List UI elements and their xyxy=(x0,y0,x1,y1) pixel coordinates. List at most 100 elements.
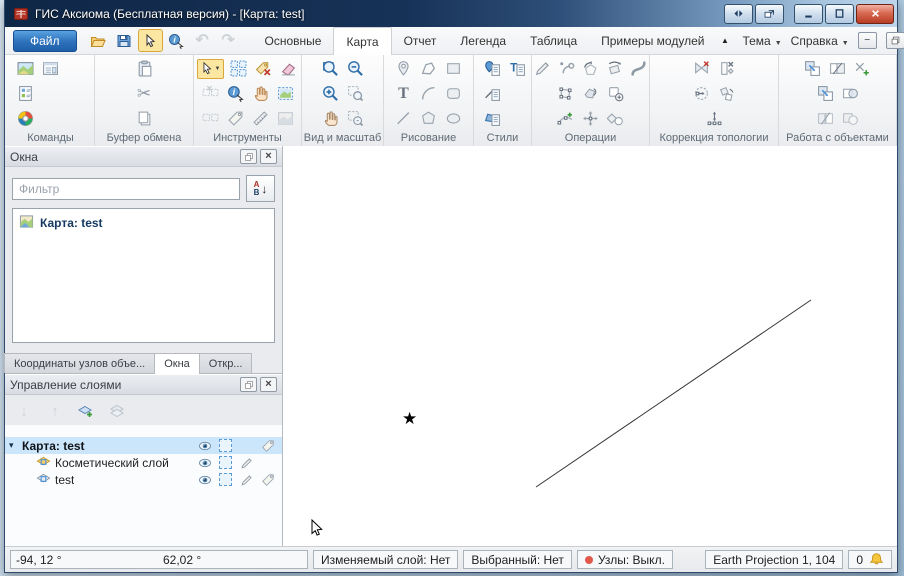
minimize-button[interactable] xyxy=(794,4,823,24)
map-view[interactable]: ★ xyxy=(283,146,897,546)
align-nodes-icon[interactable] xyxy=(704,109,724,129)
ribbon-collapse-button[interactable]: ▲ xyxy=(716,33,733,48)
layer-row[interactable]: test xyxy=(5,471,282,488)
pencil-icon[interactable] xyxy=(236,473,257,487)
sort-alphabetical-button[interactable]: АВ↓ xyxy=(246,175,275,202)
copy-icon[interactable] xyxy=(134,109,154,129)
layer-settings-icon[interactable] xyxy=(107,402,127,420)
mdi-minimize-button[interactable]: − xyxy=(858,32,877,49)
remove-crossing-icon[interactable] xyxy=(692,59,712,79)
touch-icon[interactable] xyxy=(250,84,270,104)
attach-node-icon[interactable] xyxy=(557,59,576,79)
add-node-icon[interactable] xyxy=(556,109,576,129)
select-region-icon[interactable] xyxy=(200,109,220,129)
deselect-icon[interactable] xyxy=(200,84,220,104)
merge-selected-icon[interactable] xyxy=(815,84,835,104)
image-disabled-icon[interactable] xyxy=(275,109,295,129)
undo-icon[interactable]: ↶ xyxy=(190,29,215,52)
zoom-region-icon[interactable] xyxy=(345,84,365,104)
flip-polygon-icon[interactable] xyxy=(581,84,601,104)
color-wheel-icon[interactable] xyxy=(15,109,35,129)
redo-icon[interactable]: ↷ xyxy=(216,29,241,52)
open-folder-icon[interactable] xyxy=(86,29,111,52)
paste-icon[interactable] xyxy=(134,59,154,79)
map-star-object[interactable]: ★ xyxy=(402,410,417,427)
line-style-icon[interactable] xyxy=(482,84,502,104)
dock-tab[interactable]: Окна xyxy=(154,353,200,374)
selbox-icon[interactable] xyxy=(215,439,236,453)
report-icon[interactable] xyxy=(15,84,35,104)
maximize-button[interactable] xyxy=(825,4,854,24)
tag-icon[interactable] xyxy=(257,439,278,453)
map-window-icon[interactable] xyxy=(15,59,35,79)
select-cursor-icon[interactable] xyxy=(138,29,163,52)
rectangle-icon[interactable] xyxy=(444,59,464,79)
move-up-icon[interactable]: ↑ xyxy=(45,402,65,420)
tag-remove-icon[interactable] xyxy=(254,59,274,79)
help-menu[interactable]: Справка ▼ xyxy=(791,34,849,48)
merge-objects-icon[interactable] xyxy=(803,59,823,79)
move-down-icon[interactable]: ↓ xyxy=(14,402,34,420)
reshape-polygon-icon[interactable] xyxy=(556,84,576,104)
cut-icon[interactable]: ✂ xyxy=(134,84,154,104)
rotate-shape-icon[interactable] xyxy=(605,59,624,79)
layer-row[interactable]: ▾Карта: test xyxy=(5,437,282,454)
layer-row[interactable]: Косметический слой xyxy=(5,454,282,471)
windows-list-item[interactable]: Карта: test xyxy=(16,212,271,234)
layers-panel-close-button[interactable]: × xyxy=(260,377,277,392)
rotate-node-icon[interactable] xyxy=(717,84,737,104)
eye-icon[interactable] xyxy=(194,456,215,470)
ellipse-icon[interactable] xyxy=(444,109,464,129)
windows-panel-float-button[interactable] xyxy=(240,149,257,164)
info-select-icon[interactable]: i xyxy=(225,84,245,104)
text-style-icon[interactable]: T xyxy=(507,59,527,79)
rounded-rect-icon[interactable] xyxy=(444,84,464,104)
info-select-icon[interactable]: i xyxy=(164,29,189,52)
pan-hand-icon[interactable] xyxy=(320,109,340,129)
zoom-in-icon[interactable] xyxy=(320,84,340,104)
text-icon[interactable]: T xyxy=(394,84,414,104)
smooth-line-icon[interactable] xyxy=(629,59,648,79)
polyline-icon[interactable] xyxy=(419,59,439,79)
filter-input[interactable] xyxy=(12,178,240,200)
split-shape-icon[interactable] xyxy=(606,109,626,129)
point-style-icon[interactable] xyxy=(482,59,502,79)
status-projection[interactable]: Earth Projection 1, 104 xyxy=(705,550,843,569)
ribbon-tab[interactable]: Таблица xyxy=(518,27,589,54)
ribbon-tab[interactable]: Легенда xyxy=(448,27,518,54)
map-line-object[interactable] xyxy=(536,300,811,487)
point-icon[interactable] xyxy=(394,59,414,79)
pencil-icon[interactable] xyxy=(236,456,257,470)
polygon-icon[interactable] xyxy=(419,109,439,129)
select-multi-icon[interactable] xyxy=(229,59,249,79)
window-list-icon[interactable] xyxy=(40,59,60,79)
ruler-icon[interactable] xyxy=(250,109,270,129)
region-style-icon[interactable] xyxy=(482,109,502,129)
eraser-icon[interactable] xyxy=(279,59,299,79)
difference-icon[interactable] xyxy=(828,59,848,79)
zoom-out-icon[interactable] xyxy=(345,59,365,79)
status-notifications[interactable]: 0 xyxy=(848,550,892,569)
ribbon-tab[interactable]: Основные xyxy=(253,27,334,54)
save-icon[interactable] xyxy=(112,29,137,52)
dock-tab[interactable]: Координаты узлов объе... xyxy=(4,353,155,373)
layers-panel-float-button[interactable] xyxy=(240,377,257,392)
copy-shape-icon[interactable] xyxy=(606,84,626,104)
tag-icon[interactable] xyxy=(257,473,278,487)
mdi-restore-button[interactable] xyxy=(886,32,904,49)
trim-object-icon[interactable] xyxy=(717,59,737,79)
selbox-icon[interactable] xyxy=(215,456,236,470)
intersect-icon[interactable] xyxy=(840,84,860,104)
zoom-window-icon[interactable] xyxy=(320,59,340,79)
select-dropdown-icon[interactable]: ▼ xyxy=(197,59,224,79)
add-point-icon[interactable] xyxy=(853,59,873,79)
arc-icon[interactable] xyxy=(419,84,439,104)
add-layer-icon[interactable] xyxy=(76,402,96,420)
rotate-left-icon[interactable] xyxy=(581,59,600,79)
move-node-icon[interactable] xyxy=(581,109,601,129)
windows-panel-close-button[interactable]: × xyxy=(260,149,277,164)
ribbon-tab[interactable]: Отчет xyxy=(392,27,449,54)
titlebar[interactable]: ГИС Аксиома (Бесплатная версия) - [Карта… xyxy=(5,0,897,27)
detach-button[interactable] xyxy=(755,4,784,24)
select-image-icon[interactable] xyxy=(275,84,295,104)
